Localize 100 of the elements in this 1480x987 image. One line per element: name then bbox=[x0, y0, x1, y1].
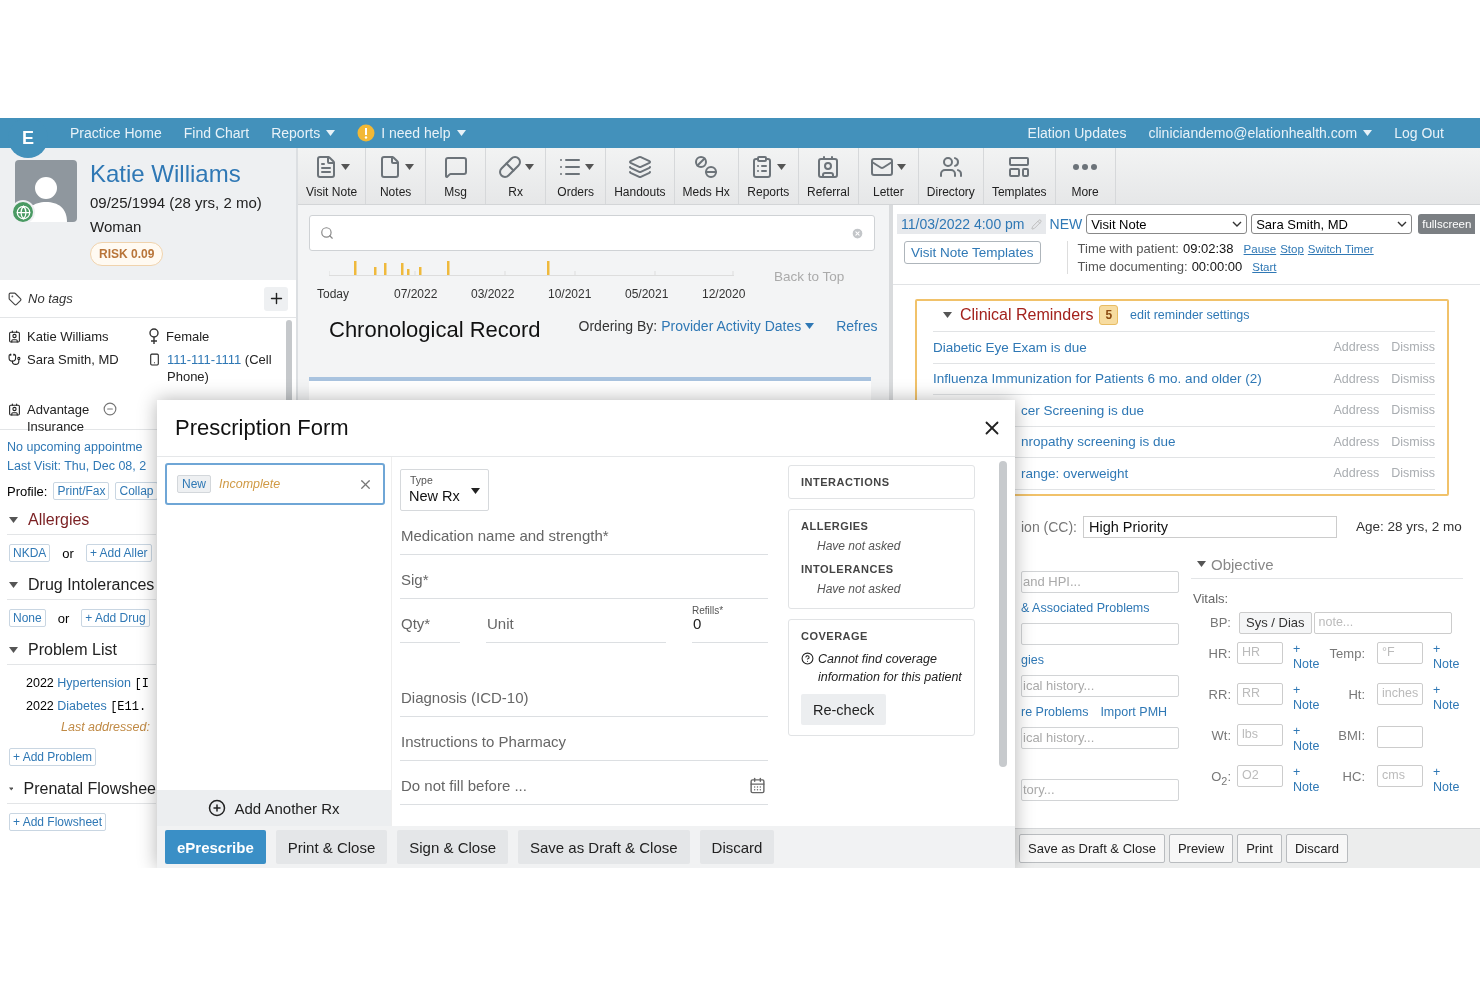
nav-link[interactable]: Elation Updates bbox=[1027, 125, 1127, 141]
templates-button[interactable]: Visit Note Templates bbox=[904, 241, 1041, 264]
add-note-link[interactable]: + Note bbox=[1425, 764, 1465, 795]
toolbar-button[interactable]: Msg bbox=[426, 148, 487, 204]
date-field[interactable]: Do not fill before ... bbox=[400, 761, 768, 805]
footer-button[interactable]: Save as Draft & Close bbox=[1019, 834, 1165, 863]
add-another-button[interactable]: Add Another Rx bbox=[157, 790, 391, 826]
text-field[interactable]: Medication name and strength* bbox=[400, 511, 768, 555]
form-link[interactable]: re Problems bbox=[1021, 704, 1089, 719]
dialog-button[interactable]: Discard bbox=[699, 830, 775, 864]
nav-link[interactable]: Practice Home bbox=[70, 125, 162, 141]
alert-icon bbox=[357, 124, 376, 142]
phone-link[interactable]: 111-111-1111 bbox=[167, 352, 242, 367]
reminder-link[interactable]: range: overweight bbox=[1021, 465, 1322, 481]
reminder-link[interactable]: Influenza Immunization for Patients 6 mo. and older (2) bbox=[933, 371, 1322, 387]
footer-button[interactable]: Print bbox=[1237, 834, 1282, 863]
dialog-button[interactable]: Save as Draft & Close bbox=[518, 830, 690, 864]
nav-link[interactable]: Find Chart bbox=[183, 125, 250, 141]
reminder-link[interactable]: nropathy screening is due bbox=[1021, 434, 1322, 450]
toolbar-button[interactable]: Referral bbox=[798, 148, 859, 204]
toolbar-button[interactable]: Visit Note bbox=[298, 148, 367, 204]
toolbar-button[interactable]: Handouts bbox=[606, 148, 675, 204]
section-heading[interactable]: Drug Intolerances bbox=[28, 576, 155, 594]
clear-icon[interactable] bbox=[851, 226, 864, 240]
text-field[interactable]: Sig* bbox=[400, 555, 768, 599]
dialog-button[interactable]: Sign & Close bbox=[397, 830, 508, 864]
section-heading[interactable]: Allergies bbox=[28, 511, 90, 529]
scrollbar[interactable] bbox=[999, 461, 1007, 767]
prescription-item[interactable]: New Incomplete bbox=[165, 463, 385, 505]
timer-link[interactable]: Start bbox=[1252, 261, 1277, 273]
toolbar-button[interactable]: More bbox=[1055, 148, 1116, 204]
add-note-link[interactable]: + Note bbox=[1425, 682, 1465, 713]
add-note-link[interactable]: + Note bbox=[1285, 682, 1325, 713]
form-link[interactable]: gies bbox=[1021, 652, 1044, 667]
toolbar-button[interactable]: Reports bbox=[738, 148, 799, 204]
search-field[interactable] bbox=[309, 215, 875, 251]
toolbar-button[interactable]: Rx bbox=[486, 148, 547, 204]
bp-button[interactable]: Sys / Dias bbox=[1239, 611, 1312, 634]
add-button[interactable]: + Add Flowsheet bbox=[9, 813, 107, 831]
toolbar-button[interactable]: Directory bbox=[918, 148, 984, 204]
form-link[interactable]: Import PMH bbox=[1100, 704, 1168, 719]
toolbar-button[interactable]: Orders bbox=[546, 148, 607, 204]
nav-link[interactable]: I need help bbox=[357, 124, 466, 142]
add-button[interactable]: + Add Aller bbox=[85, 544, 152, 562]
nav-link[interactable]: Reports bbox=[271, 125, 336, 141]
timer-link[interactable]: Pause bbox=[1243, 243, 1277, 255]
remove-icon[interactable] bbox=[103, 402, 117, 416]
nav-link[interactable]: Log Out bbox=[1394, 125, 1444, 141]
quantity-field[interactable]: Qty* bbox=[400, 599, 460, 643]
profile-button[interactable]: Print/Fax bbox=[53, 482, 110, 500]
chief-complaint-field[interactable]: High Priority bbox=[1083, 515, 1337, 538]
reminder-link[interactable]: cer Screening is due bbox=[1021, 402, 1322, 418]
section-heading[interactable]: Problem List bbox=[28, 641, 117, 659]
text-field[interactable]: Diagnosis (ICD-10) bbox=[400, 673, 768, 717]
dialog-button[interactable]: ePrescribe bbox=[165, 830, 266, 864]
timer-link[interactable]: Switch Timer bbox=[1307, 243, 1374, 255]
note-type-select[interactable]: Visit Note bbox=[1086, 214, 1248, 234]
add-note-link[interactable]: + Note bbox=[1425, 641, 1465, 672]
add-note-link[interactable]: + Note bbox=[1285, 723, 1325, 754]
unit-field[interactable]: Unit bbox=[486, 599, 666, 643]
profile-button[interactable]: Collap bbox=[115, 482, 158, 500]
reminders-title[interactable]: Clinical Reminders bbox=[960, 306, 1094, 324]
toolbar-button[interactable]: Meds Hx bbox=[674, 148, 739, 204]
form-link[interactable]: & Associated Problems bbox=[1021, 600, 1150, 615]
settings-link[interactable]: edit reminder settings bbox=[1130, 308, 1250, 322]
text-field[interactable]: Instructions to Pharmacy bbox=[400, 717, 768, 761]
provider-select[interactable]: Sara Smith, MD bbox=[1251, 214, 1413, 234]
note-date[interactable]: 11/03/2022 4:00 pm bbox=[897, 214, 1046, 234]
problem-link[interactable]: Diabetes bbox=[57, 699, 107, 713]
section-heading[interactable]: Objective bbox=[1211, 555, 1274, 573]
refills-field[interactable]: Refills* 0 bbox=[692, 599, 768, 643]
toolbar-button[interactable]: Templates bbox=[983, 148, 1056, 204]
footer-button[interactable]: Discard bbox=[1285, 834, 1348, 863]
recheck-button[interactable]: Re-check bbox=[801, 694, 887, 725]
ordering-dropdown[interactable]: Provider Activity Dates bbox=[661, 318, 802, 334]
calendar-icon[interactable] bbox=[749, 777, 766, 794]
add-tag-button[interactable] bbox=[264, 286, 288, 311]
section-heading[interactable]: Prenatal Flowshee bbox=[23, 780, 156, 798]
add-note-link[interactable]: + Note bbox=[1285, 641, 1325, 672]
footer-button[interactable]: Preview bbox=[1168, 834, 1234, 863]
vital-label: BMI: bbox=[1337, 726, 1366, 743]
timer-link[interactable]: Stop bbox=[1280, 243, 1304, 255]
add-button[interactable]: + Add Drug bbox=[81, 609, 150, 627]
tag-button[interactable]: None bbox=[9, 609, 46, 627]
fullscreen-button[interactable]: fullscreen bbox=[1418, 214, 1476, 234]
toolbar-button[interactable]: Notes bbox=[366, 148, 427, 204]
reminder-link[interactable]: Diabetic Eye Exam is due bbox=[933, 339, 1322, 355]
toolbar-button[interactable]: Letter bbox=[858, 148, 919, 204]
nav-link[interactable]: cliniciandemo@elationhealth.com bbox=[1148, 125, 1373, 141]
last-visit-link[interactable]: Last Visit: Thu, Dec 08, 2 bbox=[7, 457, 156, 476]
dialog-button[interactable]: Print & Close bbox=[275, 830, 388, 864]
type-select[interactable]: Type New Rx bbox=[400, 469, 489, 511]
add-note-link[interactable]: + Note bbox=[1285, 764, 1325, 795]
vital-field[interactable] bbox=[1377, 725, 1423, 748]
problem-link[interactable]: Hypertension bbox=[57, 676, 131, 690]
appointment-link[interactable]: No upcoming appointme bbox=[7, 438, 156, 457]
tag-button[interactable]: NKDA bbox=[9, 544, 51, 562]
refresh-link[interactable]: Refres bbox=[836, 318, 878, 334]
add-button[interactable]: + Add Problem bbox=[9, 748, 97, 766]
text-field[interactable] bbox=[1021, 622, 1179, 645]
